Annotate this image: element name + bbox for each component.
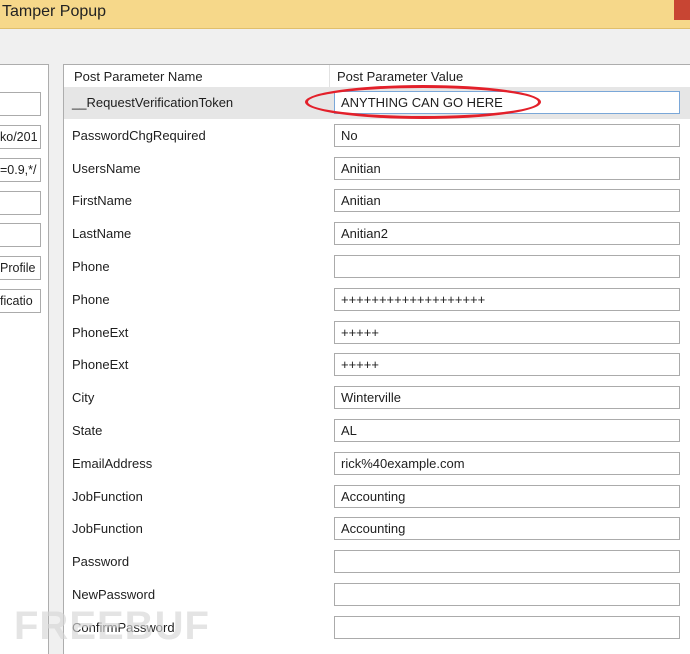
header-field[interactable]: Profile xyxy=(0,256,41,280)
column-header-name[interactable]: Post Parameter Name xyxy=(74,69,203,84)
parameter-value-input[interactable] xyxy=(334,550,680,574)
parameter-name: UsersName xyxy=(72,160,141,176)
parameter-name: FirstName xyxy=(72,193,132,209)
parameter-name: EmailAddress xyxy=(72,455,153,471)
parameter-name: Password xyxy=(72,554,130,570)
parameter-value-input[interactable]: Anitian xyxy=(334,189,680,213)
parameter-row[interactable]: JobFunction Accounting xyxy=(64,481,690,513)
title-bar: Tamper Popup xyxy=(0,0,690,29)
parameter-row[interactable]: EmailAddress rick%40example.com xyxy=(64,448,690,480)
header-field[interactable]: ficatio xyxy=(0,289,41,313)
parameter-value-input[interactable]: ANYTHING CAN GO HERE xyxy=(334,91,680,114)
parameter-row[interactable]: LastName Anitian2 xyxy=(64,218,690,250)
parameter-name: Phone xyxy=(72,291,110,307)
request-headers-panel: ko/201 =0.9,*/ Profile ficatio xyxy=(0,64,49,654)
parameter-value-input[interactable]: Accounting xyxy=(334,517,680,541)
parameter-row[interactable]: Phone xyxy=(64,251,690,283)
toolbar-area xyxy=(0,29,690,63)
parameter-name: Phone xyxy=(72,259,110,274)
parameter-name: LastName xyxy=(72,226,132,242)
parameter-row[interactable]: Password xyxy=(64,546,690,578)
parameter-name: PasswordChgRequired xyxy=(72,127,206,143)
parameter-value-input[interactable]: No xyxy=(334,123,680,147)
parameter-value-input[interactable]: Anitian xyxy=(334,156,680,180)
parameter-value-input[interactable]: rick%40example.com xyxy=(334,451,680,475)
post-parameters-grid: Post Parameter Name Post Parameter Value… xyxy=(63,64,690,654)
parameter-value-input[interactable]: Accounting xyxy=(334,484,680,508)
parameter-value-input[interactable]: +++++ xyxy=(334,353,680,377)
watermark-logo: FREEBUF xyxy=(14,604,210,648)
grid-header: Post Parameter Name Post Parameter Value xyxy=(64,65,690,88)
parameter-row[interactable]: City Winterville xyxy=(64,382,690,414)
parameter-row[interactable]: UsersName Anitian xyxy=(64,153,690,185)
parameter-row[interactable]: PhoneExt +++++ xyxy=(64,349,690,381)
parameter-value-input[interactable]: AL xyxy=(334,419,680,442)
parameter-name: NewPassword xyxy=(72,587,156,602)
parameter-value-input[interactable]: Anitian2 xyxy=(334,222,680,246)
close-button[interactable] xyxy=(674,0,690,20)
parameter-value-input[interactable] xyxy=(334,583,680,606)
parameter-name: State xyxy=(72,423,103,438)
parameter-row[interactable]: State AL xyxy=(64,415,690,447)
window-title: Tamper Popup xyxy=(2,3,107,20)
parameter-value-input[interactable] xyxy=(334,615,680,639)
parameter-row[interactable]: __RequestVerificationToken ANYTHING CAN G… xyxy=(64,87,690,119)
parameter-row[interactable]: FirstName Anitian xyxy=(64,185,690,217)
parameter-value-input[interactable] xyxy=(334,255,680,278)
parameter-value-input[interactable]: +++++ xyxy=(334,320,680,344)
parameter-name: City xyxy=(72,390,95,406)
parameter-row[interactable]: JobFunction Accounting xyxy=(64,513,690,545)
header-field[interactable] xyxy=(0,191,41,215)
header-field[interactable] xyxy=(0,223,41,247)
parameter-name: PhoneExt xyxy=(72,357,129,373)
parameter-row[interactable]: PasswordChgRequired No xyxy=(64,120,690,152)
parameter-value-input[interactable]: Winterville xyxy=(334,386,680,410)
parameter-name: PhoneExt xyxy=(72,324,129,340)
parameter-row[interactable]: Phone +++++++++++++++++++ xyxy=(64,284,690,316)
header-field[interactable]: =0.9,*/ xyxy=(0,158,41,182)
parameter-name: __RequestVerificationToken xyxy=(72,95,234,110)
parameter-row[interactable]: PhoneExt +++++ xyxy=(64,317,690,349)
header-field[interactable]: ko/201 xyxy=(0,125,41,149)
header-field[interactable] xyxy=(0,92,41,116)
column-header-value[interactable]: Post Parameter Value xyxy=(337,69,463,84)
column-divider[interactable] xyxy=(329,65,330,87)
parameter-value-input[interactable]: +++++++++++++++++++ xyxy=(334,287,680,311)
parameter-name: JobFunction xyxy=(72,521,143,537)
parameter-name: JobFunction xyxy=(72,488,143,504)
